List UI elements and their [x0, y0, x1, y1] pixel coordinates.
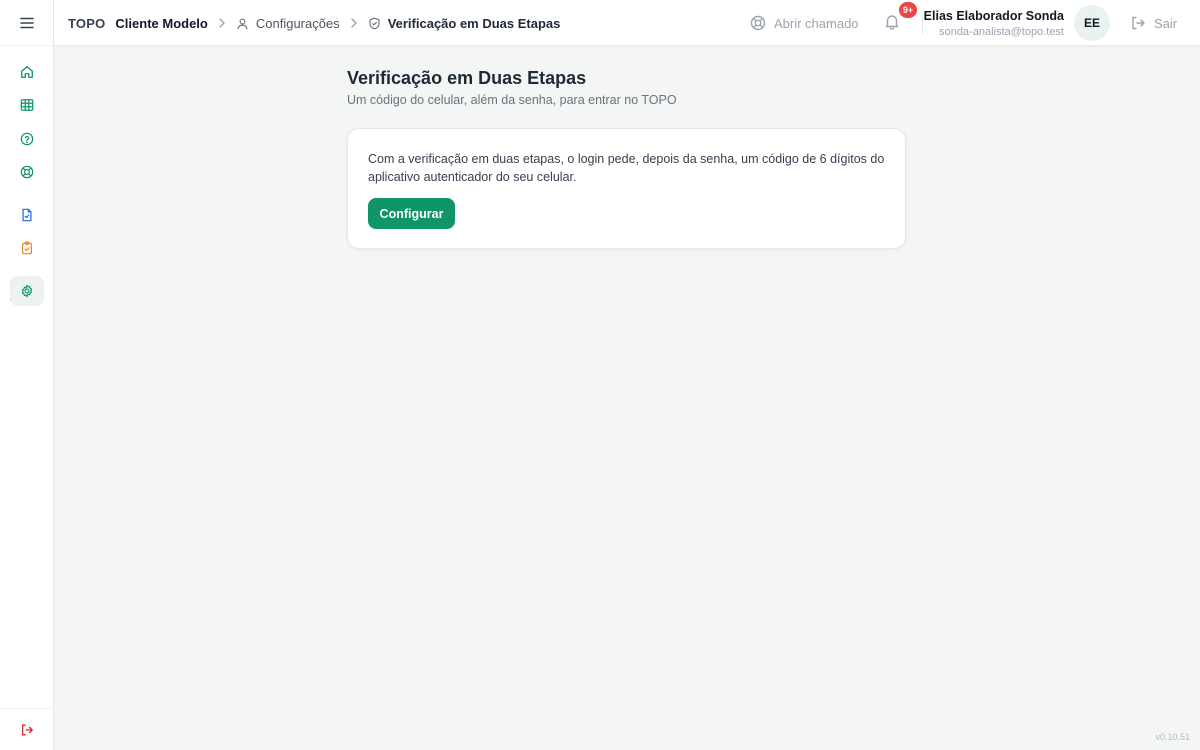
breadcrumb-current-label: Verificação em Duas Etapas: [387, 15, 561, 31]
logout-icon: [1132, 16, 1145, 30]
open-ticket-button[interactable]: Abrir chamado: [750, 0, 859, 46]
breadcrumb-settings[interactable]: Configurações: [236, 16, 340, 31]
shield-check-icon: [369, 17, 380, 29]
logout-icon: [21, 724, 33, 735]
page-title: Verificação em Duas Etapas: [347, 68, 587, 88]
breadcrumb-client[interactable]: Cliente Modelo: [115, 16, 207, 31]
open-ticket-label: Abrir chamado: [774, 15, 859, 31]
user-name: Elias Elaborador Sonda: [923, 9, 1064, 23]
breadcrumb-current: Verificação em Duas Etapas: [368, 15, 561, 31]
sidebar-item-help[interactable]: [10, 124, 44, 154]
two-factor-card: Com a verificação em duas etapas, o logi…: [347, 128, 906, 249]
sidebar-item-support[interactable]: [10, 157, 44, 187]
user-email: sonda-analista@topo.test: [939, 26, 1064, 38]
sidebar-item-tasks[interactable]: [10, 233, 44, 263]
breadcrumb-brand[interactable]: TOPO: [68, 16, 105, 31]
home-icon: [21, 66, 33, 78]
chevron-right-icon: [350, 18, 358, 28]
page-subtitle: Um código do celular, além da senha, par…: [347, 93, 677, 107]
sidebar-item-home[interactable]: [10, 57, 44, 87]
top-bar: TOPO Cliente Modelo Configurações Verifi…: [54, 0, 1200, 46]
breadcrumb-settings-label: Configurações: [255, 15, 340, 31]
chevron-right-icon: [218, 18, 226, 28]
sidebar-logout-button[interactable]: [0, 708, 54, 750]
two-factor-description: Com a verificação em duas etapas, o logi…: [368, 152, 885, 184]
configure-button[interactable]: Configurar: [368, 198, 455, 229]
table-icon: [20, 99, 34, 111]
sidebar: [0, 0, 54, 750]
avatar[interactable]: EE: [1074, 5, 1110, 41]
gear-icon: [21, 284, 33, 298]
logout-label: Sair: [1154, 15, 1178, 31]
user-icon: [237, 17, 248, 29]
document-icon: [22, 208, 32, 222]
menu-toggle-button[interactable]: [0, 0, 54, 46]
sidebar-item-documents[interactable]: [10, 200, 44, 230]
logout-button[interactable]: Sair: [1130, 0, 1177, 46]
clipboard-check-icon: [22, 241, 32, 255]
notification-count-badge: 9+: [899, 2, 917, 18]
sidebar-item-settings[interactable]: [10, 276, 44, 306]
hamburger-icon: [20, 17, 34, 28]
lifebuoy-icon: [20, 165, 34, 179]
bell-icon: [885, 15, 899, 30]
app-version: v0.10.51: [1155, 732, 1190, 742]
breadcrumb: TOPO Cliente Modelo Configurações Verifi…: [68, 0, 560, 46]
help-circle-icon: [20, 132, 34, 146]
lifebuoy-icon: [750, 15, 766, 31]
sidebar-item-table[interactable]: [10, 90, 44, 120]
